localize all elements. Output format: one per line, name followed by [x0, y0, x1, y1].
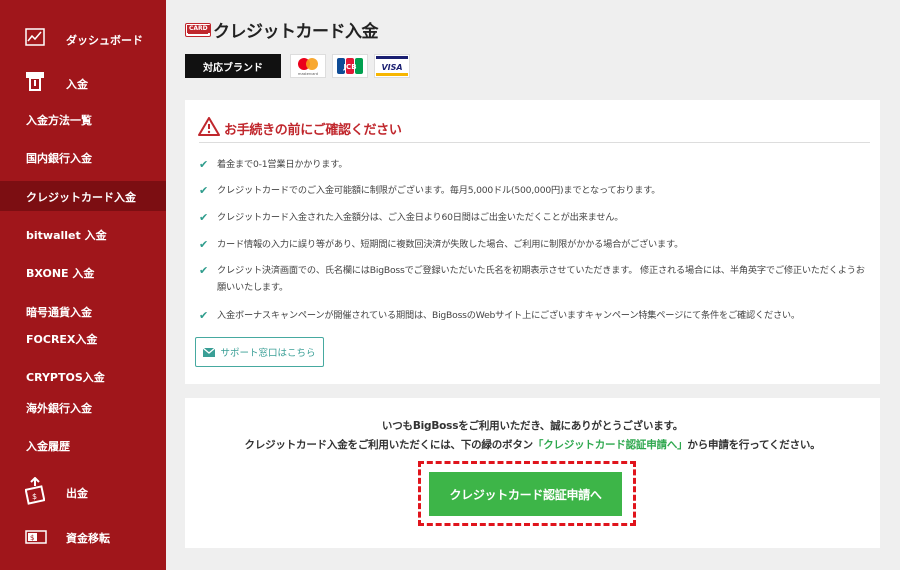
sidebar-item-label: 海外銀行入金: [26, 402, 92, 415]
sidebar-item-label: 出金: [66, 487, 88, 500]
page-title: クレジットカード入金: [213, 22, 379, 42]
withdraw-money-icon: $: [24, 476, 46, 509]
supported-brands: 対応ブランド mastercard JCB VISA: [185, 54, 416, 78]
sidebar-item-crypto[interactable]: 暗号通貨入金: [0, 300, 166, 322]
check-icon: ✔: [199, 158, 209, 171]
notice-item: ✔ 着金まで0-1営業日かかります。: [199, 156, 869, 173]
sidebar-item-label: 暗号通貨入金: [26, 306, 92, 319]
sidebar-item-bxone[interactable]: BXONE 入金: [0, 261, 166, 283]
apply-panel: いつもBigBossをご利用いただき、誠にありがとうございます。 クレジットカー…: [185, 398, 880, 548]
sidebar-item-label: 入金方法一覧: [26, 114, 92, 127]
support-button[interactable]: サポート窓口はこちら: [195, 337, 324, 367]
sidebar-item-dashboard[interactable]: ダッシュボード: [0, 22, 166, 54]
sidebar-item-history[interactable]: 入金履歴: [0, 434, 166, 456]
page-header: CARD クレジットカード入金: [185, 17, 379, 42]
notice-item-text: クレジットカードでのご入金可能額に制限がございます。毎月5,000ドル(500,…: [217, 185, 661, 196]
notice-item-text: カード情報の入力に誤り等があり、短期間に複数回決済が失敗した場合、ご利用に制限が…: [217, 239, 684, 250]
jcb-text: JCB: [342, 63, 356, 71]
sidebar-item-domestic-bank[interactable]: 国内銀行入金: [0, 146, 166, 168]
sidebar-item-bitwallet[interactable]: bitwallet 入金: [0, 223, 166, 245]
sidebar-item-label: bitwallet 入金: [26, 229, 107, 242]
cash-transfer-icon: $: [25, 529, 47, 548]
notice-item: ✔ 入金ボーナスキャンペーンが開催されている期間は、BigBossのWebサイト…: [199, 307, 869, 324]
sidebar-item-label: FOCREX入金: [26, 333, 98, 346]
notice-header: お手続きの前にご確認ください: [198, 117, 402, 140]
sidebar-item-transfer[interactable]: $ 資金移転: [0, 522, 166, 550]
notice-item: ✔ クレジットカード入金された入金額分は、ご入金日より60日間はご出金いただくこ…: [199, 209, 869, 226]
sidebar-item-label: 入金: [66, 78, 88, 91]
sidebar-item-label: 入金履歴: [26, 440, 70, 453]
check-icon: ✔: [199, 184, 209, 197]
sidebar-item-label: BXONE 入金: [26, 267, 95, 280]
divider: [199, 142, 870, 143]
sidebar-item-overseas-bank[interactable]: 海外銀行入金: [0, 396, 166, 418]
sidebar-item-deposit-methods[interactable]: 入金方法一覧: [0, 108, 166, 130]
brands-label: 対応ブランド: [185, 54, 281, 78]
notice-title: お手続きの前にご確認ください: [224, 123, 402, 138]
notice-item-text: クレジットカード入金された入金額分は、ご入金日より60日間はご出金いただくことが…: [217, 212, 624, 223]
check-icon: ✔: [199, 309, 209, 322]
jcb-logo: JCB: [332, 54, 368, 78]
dashboard-icon: [25, 28, 45, 50]
support-button-label: サポート窓口はこちら: [220, 348, 316, 359]
instruction-message: クレジットカード入金をご利用いただくには、下の緑のボタン「クレジットカード認証申…: [185, 437, 880, 452]
credit-card-icon: CARD: [185, 22, 211, 37]
sidebar-item-label: 国内銀行入金: [26, 152, 92, 165]
notice-item-text: 着金まで0-1営業日かかります。: [217, 159, 348, 170]
notice-item: ✔ カード情報の入力に誤り等があり、短期間に複数回決済が失敗した場合、ご利用に制…: [199, 236, 869, 253]
check-icon: ✔: [199, 211, 209, 224]
sidebar-item-label: クレジットカード入金: [26, 191, 136, 204]
warning-icon: [198, 117, 220, 140]
instruction-highlight: 「クレジットカード認証申請へ」: [532, 439, 688, 451]
instruction-text-end: から申請を行ってください。: [687, 439, 821, 451]
notice-item: ✔ クレジットカードでのご入金可能額に制限がございます。毎月5,000ドル(50…: [199, 182, 869, 199]
instruction-text: クレジットカード入金をご利用いただくには、下の緑のボタン: [244, 439, 534, 451]
sidebar-item-deposit[interactable]: 入金: [0, 68, 166, 98]
notice-item-text: クレジット決済画面での、氏名欄にはBigBossでご登録いただいた氏名を初期表示…: [217, 265, 865, 293]
sidebar-item-label: CRYPTOS入金: [26, 371, 105, 384]
svg-text:$: $: [30, 534, 34, 542]
notice-item: ✔ クレジット決済画面での、氏名欄にはBigBossでご登録いただいた氏名を初期…: [199, 262, 869, 296]
mastercard-logo: mastercard: [290, 54, 326, 78]
thanks-message: いつもBigBossをご利用いただき、誠にありがとうございます。: [381, 420, 684, 432]
check-icon: ✔: [199, 264, 209, 277]
atm-deposit-icon: [25, 71, 45, 97]
sidebar-item-withdraw[interactable]: $ 出金: [0, 475, 166, 507]
mastercard-text: mastercard: [298, 72, 318, 76]
sidebar-item-label: 資金移転: [66, 532, 110, 545]
check-icon: ✔: [199, 238, 209, 251]
visa-text: VISA: [381, 63, 402, 72]
main-content: CARD クレジットカード入金 対応ブランド mastercard JCB VI…: [166, 0, 900, 570]
sidebar-item-credit-card[interactable]: クレジットカード入金: [0, 181, 166, 211]
sidebar-item-cryptos[interactable]: CRYPTOS入金: [0, 365, 166, 387]
mail-icon: [203, 347, 216, 357]
sidebar-item-label: ダッシュボード: [66, 34, 143, 47]
credit-card-verification-button[interactable]: クレジットカード認証申請へ: [429, 472, 622, 516]
notice-panel: お手続きの前にご確認ください ✔ 着金まで0-1営業日かかります。 ✔ クレジッ…: [185, 100, 880, 384]
sidebar: ダッシュボード 入金 入金方法一覧 国内銀行入金 クレジットカード入金 bitw…: [0, 0, 166, 570]
svg-text:$: $: [32, 492, 37, 501]
visa-logo: VISA: [374, 54, 410, 78]
notice-item-text: 入金ボーナスキャンペーンが開催されている期間は、BigBossのWebサイト上に…: [217, 310, 800, 321]
sidebar-item-focrex[interactable]: FOCREX入金: [0, 327, 166, 349]
